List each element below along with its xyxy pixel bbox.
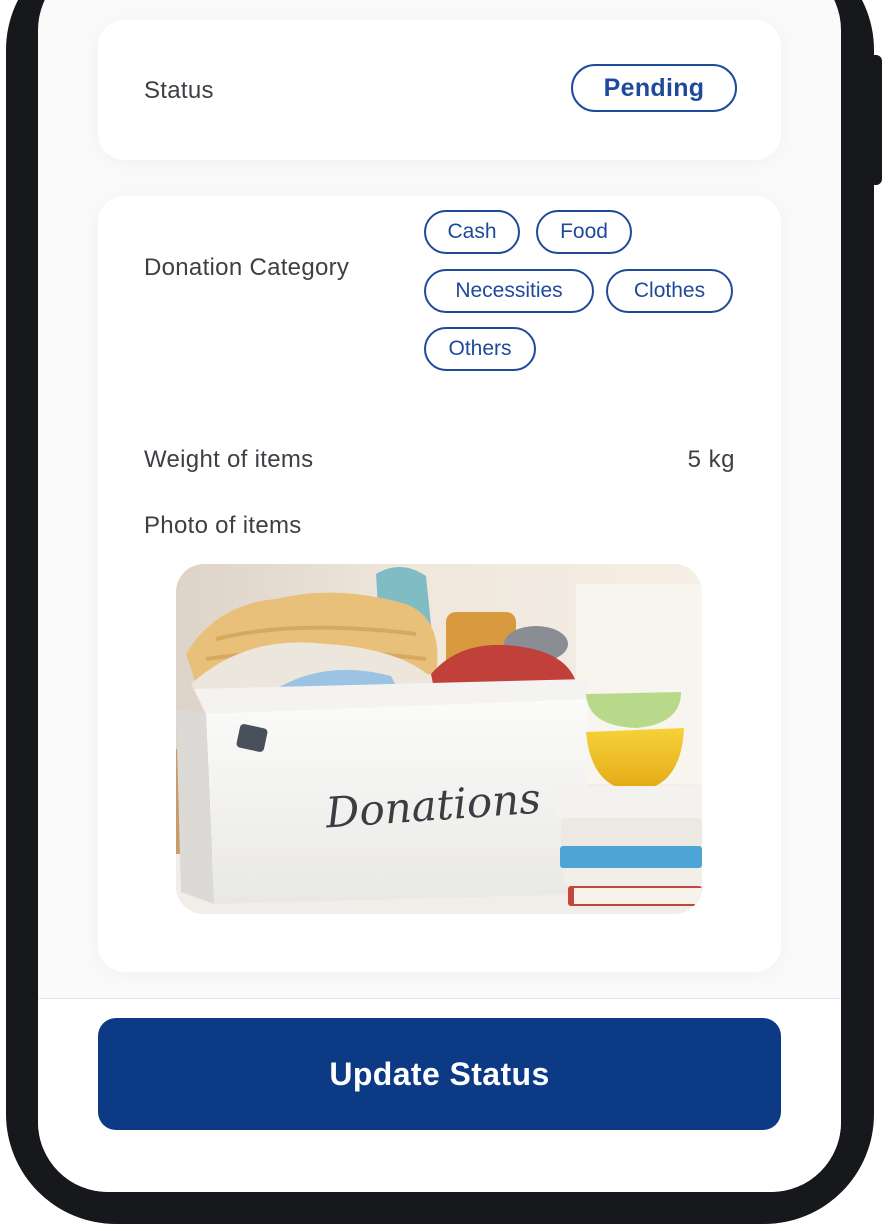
category-tag-food[interactable]: Food	[536, 210, 632, 254]
weight-value: 5 kg	[687, 446, 735, 473]
status-card: Status Pending	[98, 20, 781, 160]
update-status-button[interactable]: Update Status	[98, 1018, 781, 1130]
donation-photo: Donations	[176, 564, 702, 914]
status-badge: Pending	[571, 64, 737, 112]
category-tag-clothes[interactable]: Clothes	[606, 269, 733, 313]
app-screen: Status Pending Donation Category Cash Fo…	[38, 0, 841, 1192]
phone-side-button	[872, 55, 882, 185]
photo-label: Photo of items	[144, 512, 302, 539]
donation-category-label: Donation Category	[144, 254, 350, 281]
weight-label: Weight of items	[144, 446, 314, 473]
status-label: Status	[144, 77, 214, 104]
donation-details-card: Donation Category Cash Food Necessities …	[98, 196, 781, 972]
category-tag-others[interactable]: Others	[424, 327, 536, 371]
category-tag-necessities[interactable]: Necessities	[424, 269, 594, 313]
category-tag-cash[interactable]: Cash	[424, 210, 520, 254]
